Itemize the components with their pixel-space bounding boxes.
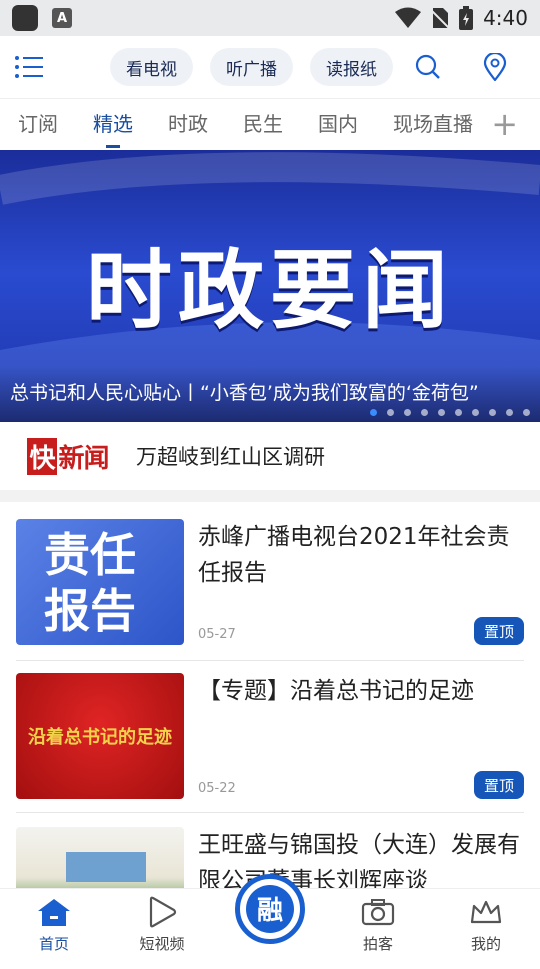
tab-livelihood[interactable]: 民生 bbox=[243, 99, 283, 151]
nav-mine-label: 我的 bbox=[470, 935, 501, 953]
bottom-nav: 首页 短视频 融 拍客 我的 bbox=[0, 873, 540, 960]
nav-short-video-label: 短视频 bbox=[139, 935, 185, 953]
no-sim-icon bbox=[431, 8, 450, 29]
news-title: 【专题】沿着总书记的足迹 bbox=[198, 678, 474, 704]
carousel-dot[interactable] bbox=[438, 409, 445, 416]
watch-tv-button[interactable]: 看电视 bbox=[110, 48, 193, 86]
thumb-text-1: 沿着总书记的足迹 bbox=[28, 727, 172, 748]
tab-domestic[interactable]: 国内 bbox=[318, 99, 358, 151]
nav-reporter[interactable]: 拍客 bbox=[324, 889, 432, 960]
flash-news-row[interactable]: 快新闻 万超岐到红山区调研 bbox=[0, 422, 540, 502]
clock: 4:40 bbox=[483, 6, 528, 30]
news-item[interactable]: 沿着总书记的足迹 【专题】沿着总书记的足迹 05-22 置顶 bbox=[16, 673, 524, 813]
thumb-painting bbox=[66, 852, 146, 882]
wifi-icon bbox=[395, 7, 422, 28]
read-newspaper-button[interactable]: 读报纸 bbox=[310, 48, 393, 86]
news-title: 赤峰广播电视台2021年社会责任报告 bbox=[198, 524, 510, 586]
flash-news-logo: 快新闻 bbox=[22, 437, 114, 475]
play-icon bbox=[147, 895, 177, 929]
top-bar: 看电视 听广播 读报纸 bbox=[0, 36, 540, 98]
a-notification-icon: A bbox=[52, 8, 72, 28]
carousel-dot[interactable] bbox=[387, 409, 394, 416]
crown-icon bbox=[469, 895, 503, 929]
nav-rong-center[interactable]: 融 bbox=[216, 873, 324, 960]
news-date: 05-22 bbox=[198, 781, 236, 796]
tab-featured[interactable]: 精选 bbox=[93, 99, 133, 151]
tab-politics[interactable]: 时政 bbox=[168, 99, 208, 151]
news-thumbnail: 责任 报告 bbox=[16, 519, 184, 645]
listen-radio-button[interactable]: 听广播 bbox=[210, 48, 293, 86]
app-notification-icon bbox=[12, 5, 38, 31]
nav-home-label: 首页 bbox=[38, 935, 69, 953]
pinned-badge: 置顶 bbox=[474, 771, 524, 799]
carousel-dot[interactable] bbox=[472, 409, 479, 416]
carousel-dot[interactable] bbox=[404, 409, 411, 416]
news-thumbnail: 沿着总书记的足迹 bbox=[16, 673, 184, 799]
plus-icon[interactable]: + bbox=[491, 108, 518, 140]
carousel-dot[interactable] bbox=[370, 409, 377, 416]
carousel-dot[interactable] bbox=[455, 409, 462, 416]
flash-logo-text: 新闻 bbox=[58, 443, 110, 474]
nav-reporter-label: 拍客 bbox=[362, 935, 393, 953]
flash-logo-box: 快 bbox=[27, 437, 57, 475]
news-date: 05-27 bbox=[198, 627, 236, 642]
rong-logo-icon: 融 bbox=[235, 873, 305, 944]
location-pin-icon[interactable] bbox=[483, 53, 507, 81]
nav-mine[interactable]: 我的 bbox=[432, 889, 540, 960]
tab-live[interactable]: 现场直播 bbox=[393, 99, 473, 151]
battery-icon bbox=[459, 6, 474, 30]
rong-logo-text: 融 bbox=[246, 884, 294, 933]
thumb-text-2: 报告 bbox=[44, 584, 136, 638]
menu-icon[interactable] bbox=[14, 54, 44, 80]
news-item[interactable]: 责任 报告 赤峰广播电视台2021年社会责任报告 05-27 置顶 bbox=[16, 519, 524, 661]
status-bar: A 4:40 bbox=[0, 0, 540, 36]
tab-subscribe[interactable]: 订阅 bbox=[18, 99, 58, 151]
carousel-dot[interactable] bbox=[489, 409, 496, 416]
carousel-dots bbox=[370, 409, 530, 416]
flash-news-text: 万超岐到红山区调研 bbox=[136, 445, 325, 469]
home-icon bbox=[37, 895, 71, 929]
carousel-dot[interactable] bbox=[421, 409, 428, 416]
banner-title: 时政要闻 bbox=[86, 240, 454, 341]
carousel-dot[interactable] bbox=[506, 409, 513, 416]
search-icon[interactable] bbox=[415, 54, 441, 80]
pinned-badge: 置顶 bbox=[474, 617, 524, 645]
thumb-text-1: 责任 bbox=[44, 528, 136, 582]
nav-short-video[interactable]: 短视频 bbox=[108, 889, 216, 960]
featured-banner[interactable]: 时政要闻 总书记和人民心贴心丨“小香包’成为我们致富的‘金荷包” bbox=[0, 150, 540, 422]
nav-home[interactable]: 首页 bbox=[0, 889, 108, 960]
channel-tabs: 订阅 精选 时政 民生 国内 现场直播 + bbox=[0, 98, 540, 150]
carousel-dot[interactable] bbox=[523, 409, 530, 416]
camera-icon bbox=[361, 895, 395, 929]
